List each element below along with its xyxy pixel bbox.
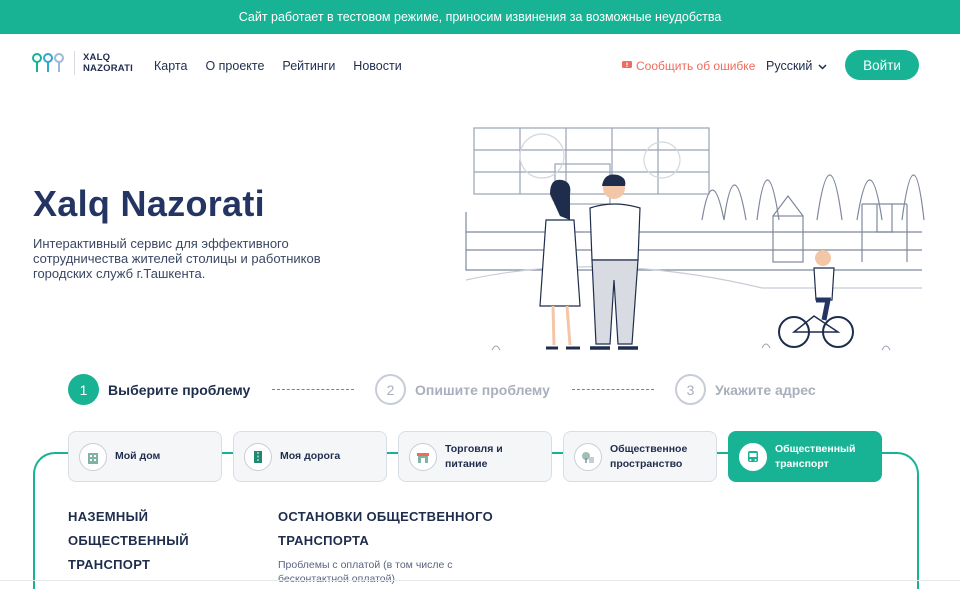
logo-divider [74,51,75,75]
category-label: Торговля и питание [445,442,503,470]
step-1[interactable]: 1 Выберите проблему [68,374,250,405]
main-nav: Карта О проекте Рейтинги Новости [154,59,402,73]
login-button[interactable]: Войти [845,50,919,80]
step-2[interactable]: 2 Опишите проблему [375,374,550,405]
banner-text: Сайт работает в тестовом режиме, приноси… [238,10,722,24]
logo-text: XALQ NAZORATI [83,52,133,74]
category-label: Моя дорога [280,450,341,462]
bus-icon [739,442,767,471]
hero-description: Интерактивный сервис для эффективного со… [33,236,321,281]
category-public-transport[interactable]: Общественный транспорт [728,431,882,482]
language-select[interactable]: Русский [766,59,827,73]
language-label: Русский [766,59,813,73]
steps-progress: 1 Выберите проблему 2 Опишите проблему 3… [68,374,868,406]
step-3-number: 3 [675,374,706,405]
step-1-label: Выберите проблему [108,381,251,398]
header: XALQ NAZORATI Карта О проекте Рейтинги Н… [0,34,960,96]
step-2-label: Опишите проблему [415,381,550,398]
nav-ratings[interactable]: Рейтинги [282,59,335,73]
hero-title: Xalq Nazorati [33,183,265,224]
house-icon [79,442,107,471]
nav-news[interactable]: Новости [353,59,401,73]
step-1-number: 1 [68,374,99,405]
category-label: Мой дом [115,450,161,462]
subcategory-stops-description[interactable]: Проблемы с оплатой (в том числе с бескон… [278,558,478,586]
logo-line-2: NAZORATI [83,63,133,74]
shop-icon [409,442,437,471]
category-my-road[interactable]: Моя дорога [233,431,387,482]
logo-line-1: XALQ [83,52,111,63]
report-error-link[interactable]: Сообщить об ошибке [622,59,755,73]
logo-mark-icon [32,52,66,74]
nav-about[interactable]: О проекте [205,59,264,73]
step-3-label: Укажите адрес [715,381,816,398]
test-mode-banner: Сайт работает в тестовом режиме, приноси… [0,0,960,34]
report-error-label: Сообщить об ошибке [636,59,756,73]
step-connector-2 [572,389,654,390]
category-tabs: Мой дом Моя дорога Торговля и питание Общ… [68,431,882,482]
subcategory-ground-transport[interactable]: НАЗЕМНЫЙ ОБЩЕСТВЕННЫЙ ТРАНСПОРТ [68,505,218,577]
nav-map[interactable]: Карта [154,59,187,73]
step-3[interactable]: 3 Укажите адрес [675,374,816,405]
step-connector-1 [272,389,354,390]
category-trade[interactable]: Торговля и питание [398,431,552,482]
bottom-divider [0,580,960,581]
category-my-home[interactable]: Мой дом [68,431,222,482]
category-label: Общественное пространство [610,442,688,470]
step-2-number: 2 [375,374,406,405]
hero-illustration [462,120,928,360]
subcategory-stops-title[interactable]: ОСТАНОВКИ ОБЩЕСТВЕННОГО ТРАНСПОРТА [278,505,508,553]
park-icon [574,442,602,471]
category-label: Общественный транспорт [775,442,856,470]
road-icon [244,442,272,471]
logo[interactable]: XALQ NAZORATI [32,51,133,75]
flag-icon [622,59,632,73]
category-public-space[interactable]: Общественное пространство [563,431,717,482]
chevron-down-icon [818,59,827,73]
